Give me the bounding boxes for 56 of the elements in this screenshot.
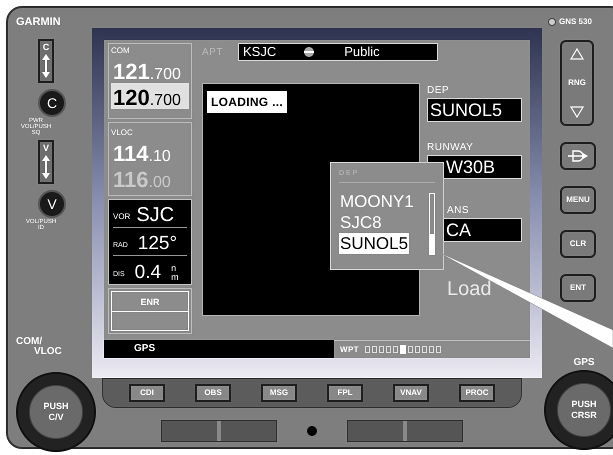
distance-unit: n m xyxy=(171,264,179,282)
up-down-arrow-icon xyxy=(42,154,50,178)
model-label: GNS 530 xyxy=(559,16,592,28)
push-knob[interactable]: PUSH CRSR xyxy=(544,370,613,450)
push-knob[interactable]: PUSH C/V xyxy=(16,372,96,452)
airport-id: KSJC xyxy=(243,43,276,62)
dropdown-item[interactable]: SUNOL5 xyxy=(339,232,410,254)
frequency[interactable]: 114.10 xyxy=(111,139,189,165)
airport-field[interactable]: KSJC Public xyxy=(238,43,438,61)
field-label: RUNWAY xyxy=(427,141,474,155)
vor-label: VOR xyxy=(113,211,130,223)
mode-label: ENR xyxy=(112,292,188,312)
photocell-icon xyxy=(307,426,317,436)
key-button[interactable]: MENU xyxy=(560,186,596,214)
radial-value: 125° xyxy=(138,234,178,253)
dropdown-item[interactable]: MOONY1 xyxy=(339,190,415,212)
com-label: COM xyxy=(111,45,131,57)
frequency[interactable]: 121.700 xyxy=(111,57,189,83)
direct-to-button[interactable] xyxy=(560,142,596,170)
field-value[interactable]: SUNOL5 xyxy=(427,98,522,122)
function-key[interactable]: OBS xyxy=(195,384,231,402)
com-vloc-label: COM/ VLOC xyxy=(16,336,63,356)
load-prompt: Load xyxy=(446,277,492,302)
up-triangle-icon xyxy=(570,48,584,60)
range-rocker[interactable]: RNG xyxy=(560,40,594,126)
function-key[interactable]: CDI xyxy=(129,384,165,402)
airport-symbol-icon xyxy=(304,47,314,57)
status-bar: GPS xyxy=(104,340,334,358)
function-key[interactable]: PROC xyxy=(459,384,495,402)
indicator-light-icon xyxy=(548,18,556,26)
frequency[interactable]: 120.700 xyxy=(111,83,189,109)
brand-logo: GARMIN xyxy=(16,15,62,30)
scrollbar xyxy=(429,192,435,254)
wpt-label: WPT xyxy=(340,344,359,356)
dropdown-item[interactable]: SJC8 xyxy=(339,212,383,232)
range-label: RNG xyxy=(568,77,586,89)
function-key[interactable]: VNAV xyxy=(393,384,429,402)
key-button[interactable]: CLR xyxy=(560,230,596,258)
swap-button[interactable]: V xyxy=(38,140,54,184)
vloc-label: VLOC xyxy=(111,127,134,139)
knob[interactable]: V xyxy=(38,190,66,218)
key-button[interactable]: ENT xyxy=(560,274,596,302)
field-label: ANS xyxy=(446,204,470,218)
function-key[interactable]: MSG xyxy=(261,384,297,402)
vor-ident: SJC xyxy=(136,205,174,225)
function-key[interactable]: FPL xyxy=(327,384,363,402)
knob-label: GPS xyxy=(573,358,595,368)
loading-message: LOADING ... xyxy=(207,91,287,113)
distance-value: 0.4 xyxy=(134,263,162,282)
knob[interactable]: C xyxy=(38,88,66,116)
field-label: DEP xyxy=(427,84,450,98)
swap-button[interactable]: C xyxy=(38,38,54,82)
up-down-arrow-icon xyxy=(42,54,50,78)
direct-to-icon xyxy=(567,150,589,162)
down-triangle-icon xyxy=(570,106,584,118)
airport-type: Public xyxy=(344,43,380,62)
